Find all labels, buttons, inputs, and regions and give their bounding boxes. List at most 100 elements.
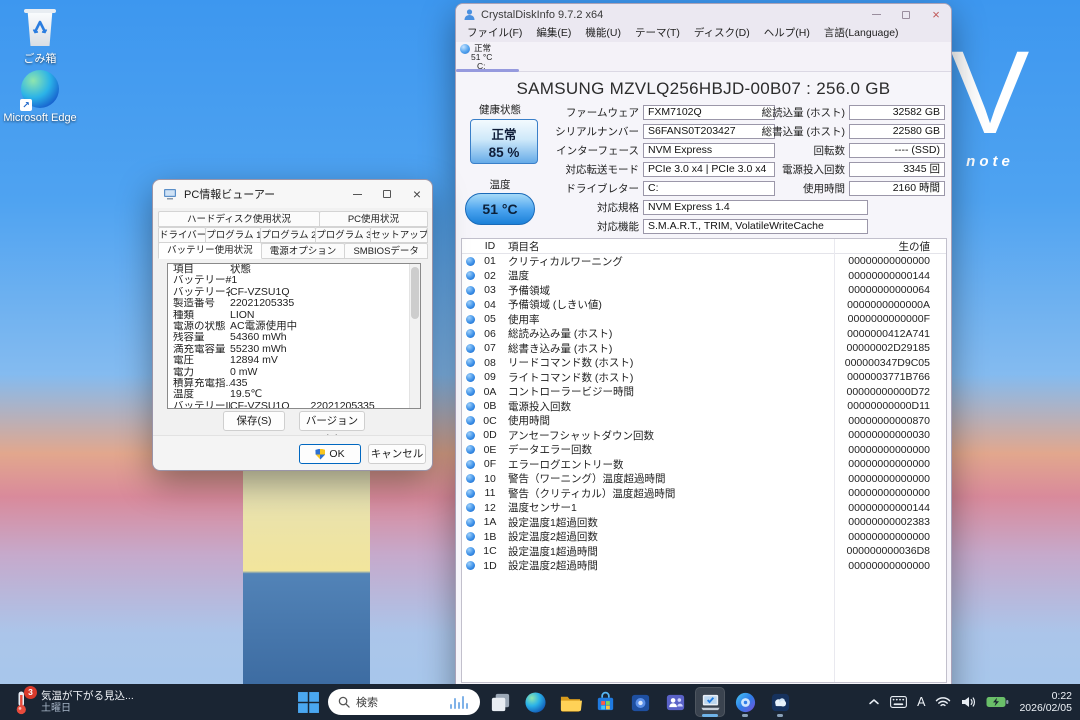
weather-app-taskbar-icon[interactable] bbox=[765, 687, 795, 717]
smart-row[interactable]: 07総書き込み量 (ホスト)00000002D29185 bbox=[462, 341, 946, 356]
smart-row[interactable]: 0Aコントローラービジー時間00000000000D72 bbox=[462, 385, 946, 400]
tab-ハードディスク使用状況[interactable]: ハードディスク使用状況 bbox=[158, 211, 320, 227]
pcv-scrollbar[interactable] bbox=[409, 264, 420, 408]
edge-label: Microsoft Edge bbox=[2, 112, 78, 124]
teams-taskbar-icon[interactable] bbox=[660, 687, 690, 717]
smart-id: 02 bbox=[478, 270, 502, 282]
battery-icon[interactable] bbox=[986, 696, 1009, 708]
file-explorer-taskbar-icon[interactable] bbox=[555, 687, 585, 717]
pc-info-viewer-taskbar-icon[interactable] bbox=[695, 687, 725, 717]
task-view-taskbar-icon[interactable] bbox=[485, 687, 515, 717]
wifi-icon[interactable] bbox=[935, 696, 951, 708]
tab-プログラム 2[interactable]: プログラム 2 bbox=[260, 227, 316, 243]
smart-row[interactable]: 04予備領域 (しきい値)0000000000000A bbox=[462, 298, 946, 313]
smart-row[interactable]: 01クリティカルワーニング00000000000000 bbox=[462, 254, 946, 269]
tab-PC使用状況[interactable]: PC使用状況 bbox=[319, 211, 428, 227]
menu-item[interactable]: テーマ(T) bbox=[628, 25, 687, 42]
start-button[interactable] bbox=[293, 687, 323, 717]
smart-row[interactable]: 12温度センサー100000000000144 bbox=[462, 501, 946, 516]
smart-row[interactable]: 0B電源投入回数00000000000D11 bbox=[462, 399, 946, 414]
tab-バッテリー使用状況[interactable]: バッテリー使用状況 bbox=[158, 242, 262, 259]
tab-SMBIOSデータ[interactable]: SMBIOSデータ bbox=[344, 243, 428, 259]
pcv-titlebar[interactable]: PC情報ビューアー × bbox=[153, 180, 432, 208]
edge-desktop-icon[interactable]: ↗ Microsoft Edge bbox=[2, 70, 78, 124]
battery-row: 残容量54360 mWh bbox=[168, 332, 420, 343]
crystaldiskinfo-taskbar-icon[interactable] bbox=[730, 687, 760, 717]
cdi-close-button[interactable]: × bbox=[921, 4, 951, 25]
smart-row[interactable]: 05使用率0000000000000F bbox=[462, 312, 946, 327]
menu-item[interactable]: ディスク(D) bbox=[687, 25, 757, 42]
pcv-minimize-button[interactable] bbox=[342, 180, 372, 208]
status-dot-cell bbox=[462, 315, 478, 324]
smart-row[interactable]: 09ライトコマンド数 (ホスト)0000003771B766 bbox=[462, 370, 946, 385]
ime-indicator[interactable]: A bbox=[917, 695, 925, 709]
pcv-close-button[interactable]: × bbox=[402, 180, 432, 208]
tray-clock[interactable]: 0:22 2026/02/05 bbox=[1019, 690, 1072, 715]
menu-item[interactable]: 言語(Language) bbox=[817, 25, 906, 42]
tab-プログラム 1[interactable]: プログラム 1 bbox=[205, 227, 261, 243]
cdi-minimize-button[interactable] bbox=[861, 4, 891, 25]
pcv-scrollbar-thumb[interactable] bbox=[411, 267, 419, 319]
drive-field-row: 回転数---- (SSD) bbox=[699, 143, 945, 158]
cdi-maximize-button[interactable] bbox=[891, 4, 921, 25]
smart-row[interactable]: 0C使用時間00000000000870 bbox=[462, 414, 946, 429]
smart-row[interactable]: 08リードコマンド数 (ホスト)000000347D9C05 bbox=[462, 356, 946, 371]
smart-raw-value: 00000000000000 bbox=[832, 487, 946, 499]
tray-chevron-up-icon[interactable] bbox=[868, 698, 880, 706]
smart-row[interactable]: 1C設定温度1超過時間000000000036D8 bbox=[462, 544, 946, 559]
tab-セットアップ[interactable]: セットアップ bbox=[370, 227, 428, 243]
speaker-icon[interactable] bbox=[961, 696, 976, 708]
tab-電源オプション[interactable]: 電源オプション bbox=[261, 243, 346, 259]
smart-row[interactable]: 0Fエラーログエントリー数00000000000000 bbox=[462, 457, 946, 472]
smart-row[interactable]: 02温度00000000000144 bbox=[462, 269, 946, 284]
battery-row-value: 19.5℃ bbox=[230, 389, 420, 400]
disk-tab-c[interactable]: 正常 51 °C C: bbox=[456, 42, 519, 72]
menu-item[interactable]: 機能(U) bbox=[578, 25, 628, 42]
field-label: 対応転送モード bbox=[459, 162, 643, 177]
ok-button[interactable]: OK bbox=[299, 444, 361, 464]
touch-keyboard-icon[interactable] bbox=[890, 696, 907, 708]
battery-header-item: 項目 bbox=[168, 264, 230, 275]
cdi-disk-tabstrip: 正常 51 °C C: bbox=[456, 42, 951, 72]
smart-row[interactable]: 1D設定温度2超過時間00000000000000 bbox=[462, 559, 946, 574]
status-dot-icon bbox=[466, 431, 475, 440]
recycle-bin-desktop-icon[interactable]: ごみ箱 bbox=[2, 8, 78, 66]
smart-row[interactable]: 11警告（クリティカル）温度超過時間00000000000000 bbox=[462, 486, 946, 501]
field-label: 総読込量 (ホスト) bbox=[699, 105, 849, 120]
menu-item[interactable]: ファイル(F) bbox=[460, 25, 529, 42]
menu-item[interactable]: 編集(E) bbox=[529, 25, 578, 42]
battery-status-list[interactable]: 項目 状態 バッテリー#1 バッテリー名CF-VZSU1Q製造番号2202120… bbox=[167, 263, 421, 409]
status-dot-icon bbox=[466, 532, 475, 541]
smart-row[interactable]: 10警告（ワーニング）温度超過時間00000000000000 bbox=[462, 472, 946, 487]
save-button[interactable]: 保存(S) bbox=[223, 411, 285, 431]
smart-row[interactable]: 0Eデータエラー回数00000000000000 bbox=[462, 443, 946, 458]
status-dot-icon bbox=[466, 402, 475, 411]
cancel-button[interactable]: キャンセル bbox=[368, 444, 426, 464]
smart-row[interactable]: 06総読み込み量 (ホスト)0000000412A741 bbox=[462, 327, 946, 342]
search-box[interactable]: 検索 bbox=[328, 689, 480, 715]
tab-プログラム 3[interactable]: プログラム 3 bbox=[315, 227, 371, 243]
battery-row-value: 22021205335 bbox=[230, 298, 420, 309]
outlook-taskbar-icon[interactable] bbox=[625, 687, 655, 717]
smart-row[interactable]: 1B設定温度2超過回数00000000000000 bbox=[462, 530, 946, 545]
pc-info-viewer-app-icon bbox=[163, 188, 177, 200]
smart-row[interactable]: 03予備領域00000000000064 bbox=[462, 283, 946, 298]
battery-row: 電圧12894 mV bbox=[168, 355, 420, 366]
tab-ドライバー[interactable]: ドライバー bbox=[158, 227, 206, 243]
version-button[interactable]: バージョン(A) bbox=[299, 411, 365, 431]
field-value: 32582 GB bbox=[849, 105, 945, 120]
smart-id: 0C bbox=[478, 415, 502, 427]
smart-row[interactable]: 0Dアンセーフシャットダウン回数00000000000030 bbox=[462, 428, 946, 443]
smart-attribute-name: 温度センサー1 bbox=[502, 500, 832, 515]
pcv-maximize-button[interactable] bbox=[372, 180, 402, 208]
smart-row[interactable]: 1A設定温度1超過回数00000000002383 bbox=[462, 515, 946, 530]
edge-taskbar-icon[interactable] bbox=[520, 687, 550, 717]
weather-widget[interactable]: 3 気温が下がる見込... 土曜日 bbox=[8, 687, 134, 717]
menu-item[interactable]: ヘルプ(H) bbox=[757, 25, 817, 42]
store-taskbar-icon[interactable] bbox=[590, 687, 620, 717]
field-label: 回転数 bbox=[699, 143, 849, 158]
field-label: シリアルナンバー bbox=[459, 124, 643, 139]
smart-id: 0E bbox=[478, 444, 502, 456]
cdi-titlebar[interactable]: CrystalDiskInfo 9.7.2 x64 × bbox=[456, 4, 951, 25]
clock-date: 2026/02/05 bbox=[1019, 702, 1072, 715]
